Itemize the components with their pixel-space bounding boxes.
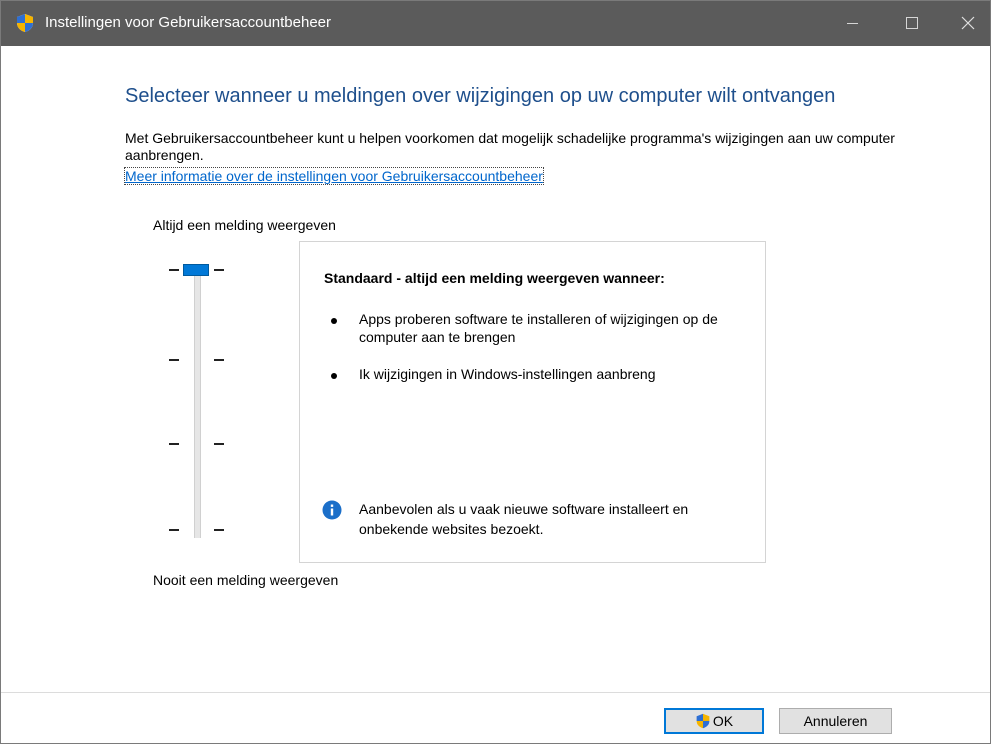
- slider-bottom-label: Nooit een melding weergeven: [153, 572, 339, 588]
- ok-button-label: OK: [712, 713, 734, 729]
- uac-shield-icon: [696, 713, 710, 728]
- title-bar[interactable]: Instellingen voor Gebruikersaccountbehee…: [1, 1, 990, 46]
- slider-tick-right: [214, 443, 224, 445]
- description-text: Met Gebruikersaccountbeheer kunt u helpe…: [125, 130, 895, 163]
- recommendation-note: Aanbevolen als u vaak nieuwe software in…: [359, 501, 689, 537]
- bullet-item: Apps proberen software te installeren of…: [359, 311, 718, 345]
- slider-tick-right: [214, 269, 224, 271]
- footer-divider: [1, 692, 990, 693]
- uac-settings-window: Instellingen voor Gebruikersaccountbehee…: [0, 0, 991, 744]
- minimize-button[interactable]: [829, 1, 875, 46]
- notification-level-slider[interactable]: [161, 256, 241, 546]
- slider-tick-left: [169, 443, 179, 445]
- bullet-icon: [331, 373, 337, 379]
- close-icon: [961, 16, 975, 30]
- bullet-icon: [331, 318, 337, 324]
- bullet-item: Ik wijzigingen in Windows-instellingen a…: [359, 366, 656, 382]
- page-heading: Selecteer wanneer u meldingen over wijzi…: [125, 85, 836, 107]
- slider-tick-left: [169, 529, 179, 531]
- more-info-link[interactable]: Meer informatie over de instellingen voo…: [124, 167, 544, 185]
- uac-shield-icon: [17, 14, 33, 32]
- slider-track[interactable]: [194, 270, 201, 538]
- slider-thumb[interactable]: [183, 264, 209, 276]
- level-description-panel: Standaard - altijd een melding weergeven…: [299, 241, 766, 563]
- window-title: Instellingen voor Gebruikersaccountbehee…: [45, 14, 332, 31]
- slider-tick-right: [214, 529, 224, 531]
- slider-tick-left: [169, 359, 179, 361]
- level-title: Standaard - altijd een melding weergeven…: [324, 270, 665, 286]
- info-icon: [322, 500, 342, 520]
- cancel-button[interactable]: Annuleren: [779, 708, 892, 734]
- maximize-button[interactable]: [889, 1, 935, 46]
- slider-tick-right: [214, 359, 224, 361]
- close-button[interactable]: [945, 1, 991, 46]
- slider-top-label: Altijd een melding weergeven: [153, 217, 336, 233]
- slider-tick-left: [169, 269, 179, 271]
- ok-button[interactable]: OK: [664, 708, 764, 734]
